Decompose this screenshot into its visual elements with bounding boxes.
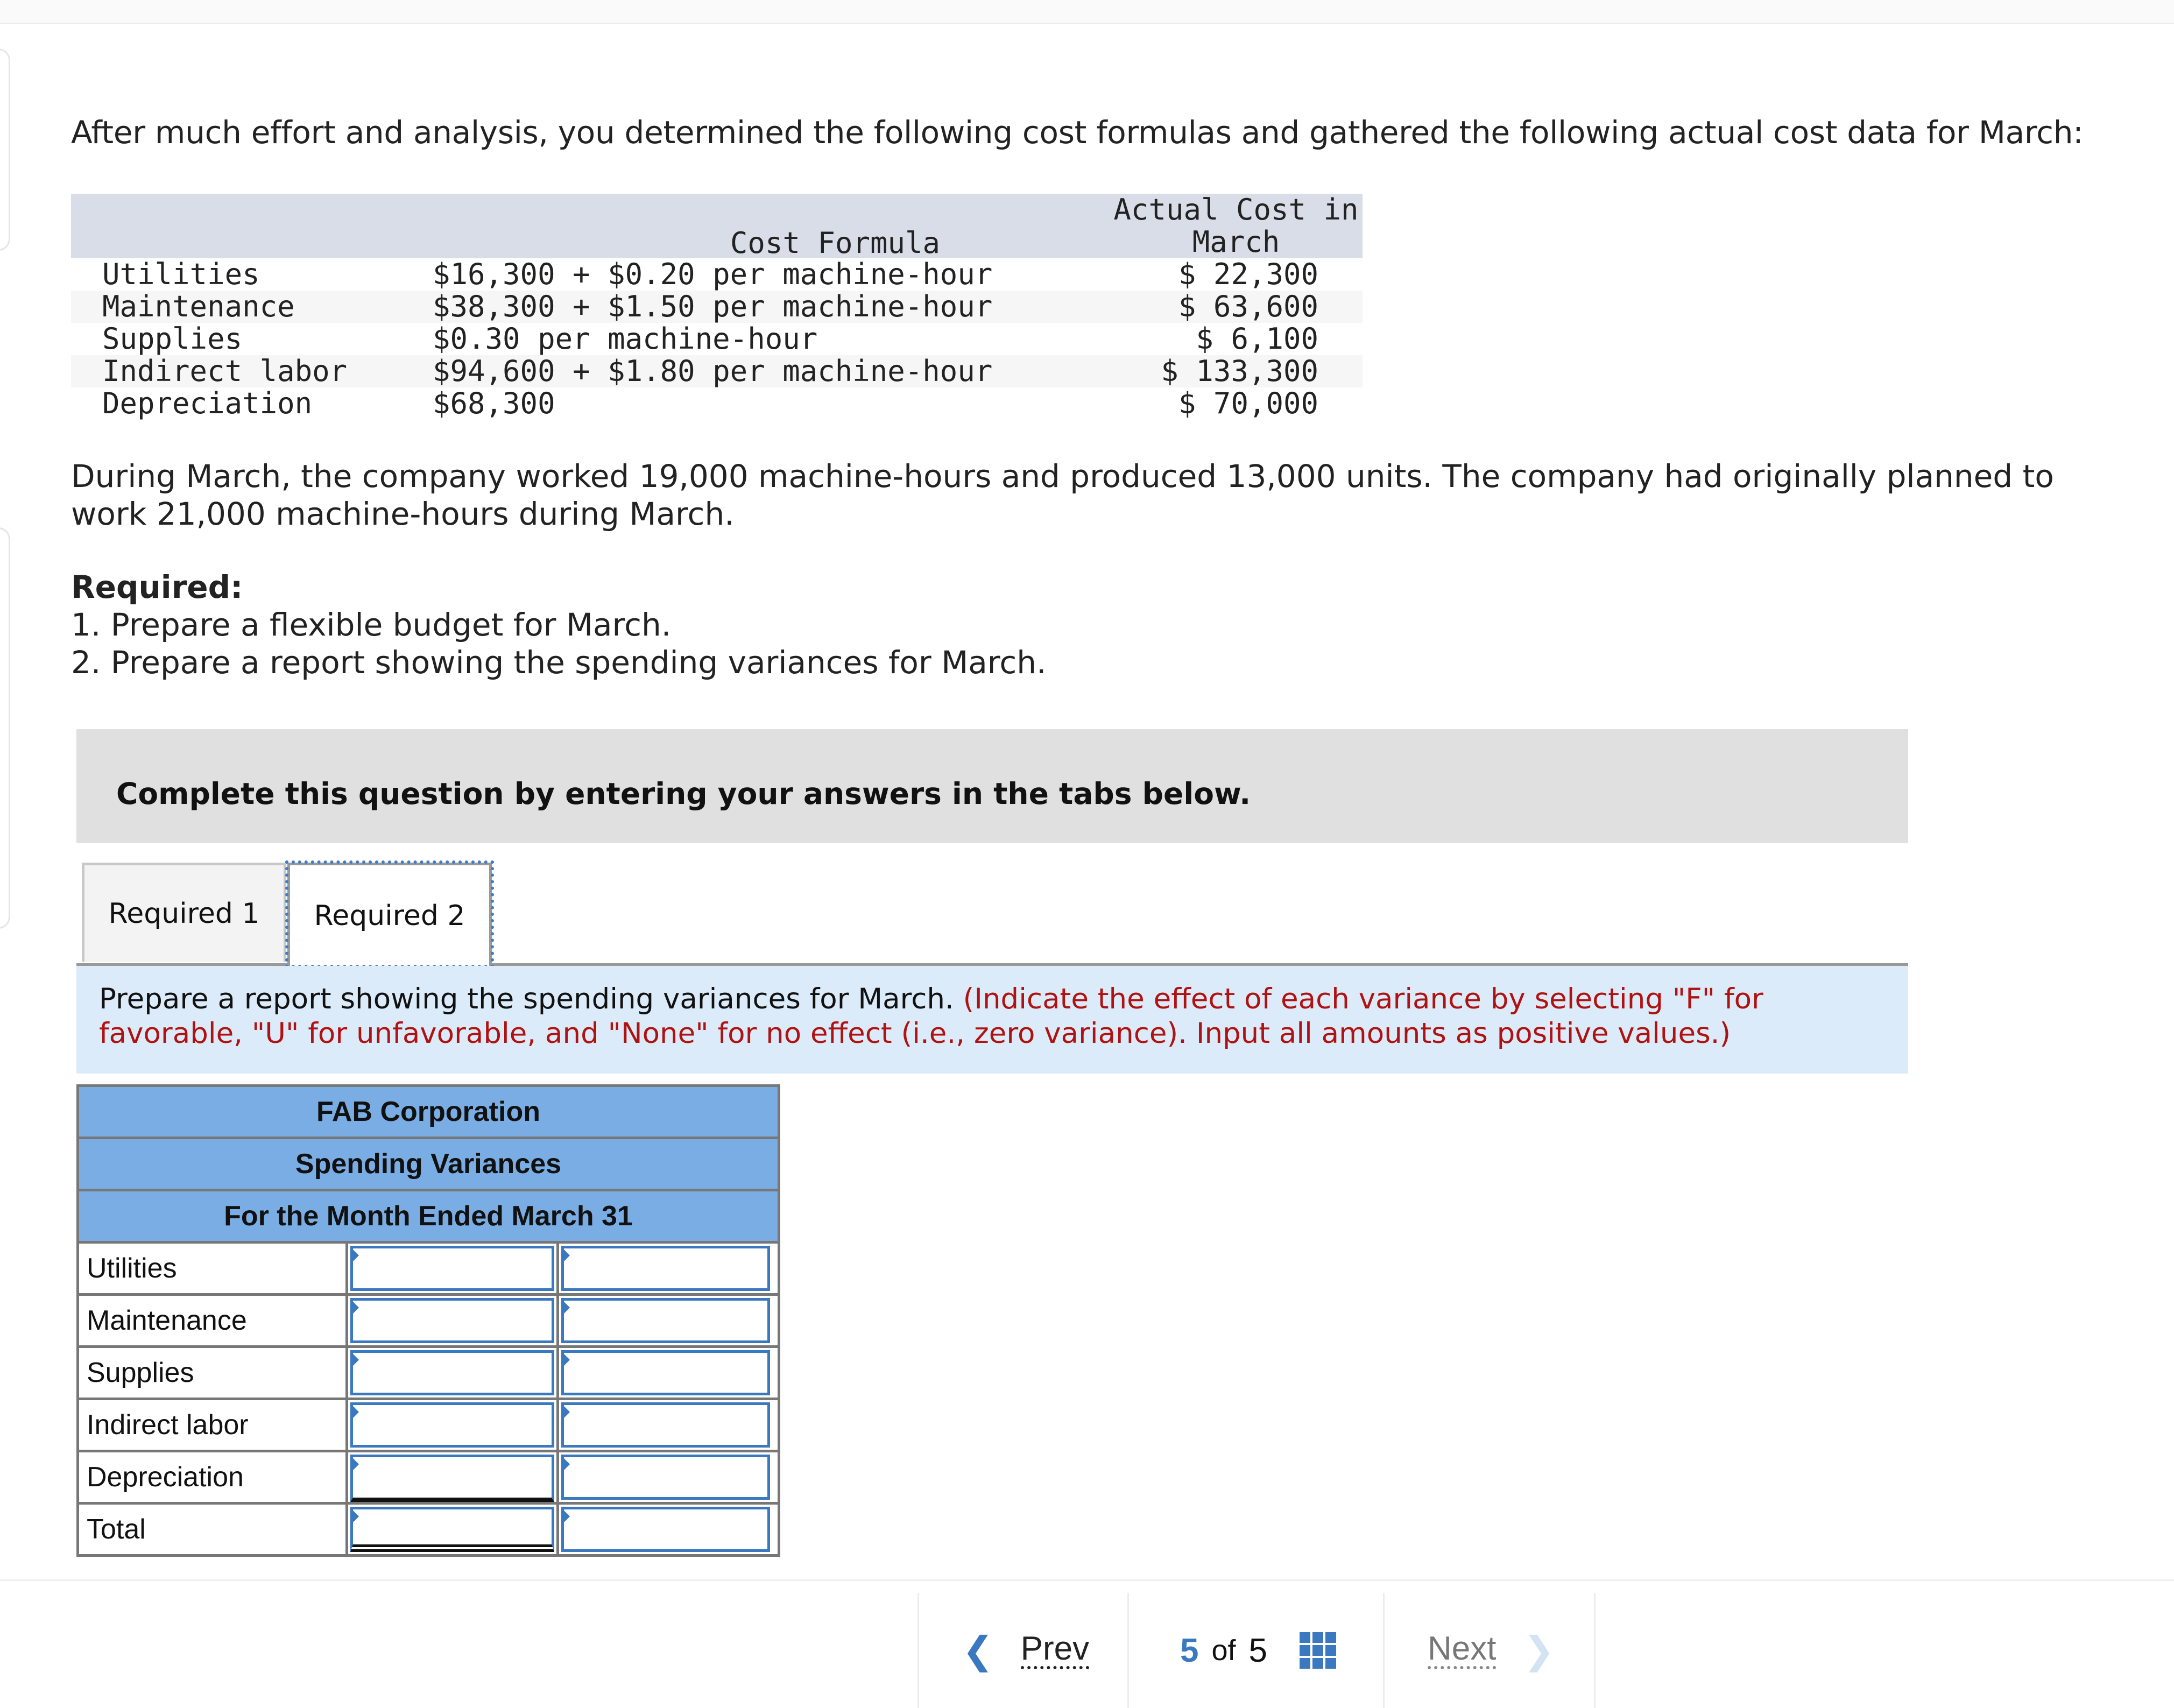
side-panel-fragment: [0, 527, 10, 929]
required-title: Required:: [71, 569, 243, 605]
table-row: Depreciation: [79, 1452, 778, 1505]
prev-label[interactable]: Prev: [1020, 1632, 1090, 1669]
cost-actual: $ 133,300: [1161, 354, 1318, 388]
tab-required-1[interactable]: Required 1: [82, 863, 286, 962]
complete-banner-text: Complete this question by entering your …: [116, 777, 1251, 811]
cost-actual: $ 6,100: [1196, 322, 1318, 356]
amount-input[interactable]: [350, 1350, 554, 1395]
input-marker-icon: [561, 1247, 570, 1264]
cost-table-header: Cost Formula Actual Cost in March: [71, 194, 1363, 260]
input-marker-icon: [350, 1247, 359, 1264]
chevron-right-icon: ❯: [1523, 1628, 1555, 1672]
next-button[interactable]: Next ❯: [1383, 1593, 1596, 1708]
input-marker-icon: [561, 1351, 570, 1368]
total-pages: 5: [1248, 1632, 1268, 1669]
complete-banner: Complete this question by entering your …: [76, 729, 1908, 843]
scenario-paragraph: During March, the company worked 19,000 …: [71, 458, 2054, 532]
cost-row: Maintenance $38,300 + $1.50 per machine-…: [71, 291, 1363, 323]
instruction-main: Prepare a report showing the spending va…: [99, 983, 954, 1015]
input-marker-icon: [350, 1403, 359, 1421]
input-marker-icon: [350, 1456, 359, 1473]
effect-select[interactable]: [561, 1455, 770, 1500]
cost-row: Indirect labor $94,600 + $1.80 per machi…: [71, 355, 1363, 387]
effect-select[interactable]: [561, 1507, 770, 1552]
cost-formula: $68,300: [433, 386, 555, 420]
side-panel-fragment: [0, 48, 10, 251]
of-label: of: [1211, 1634, 1236, 1667]
tab-label: Required 1: [108, 897, 260, 930]
grid-icon[interactable]: [1300, 1632, 1337, 1669]
effect-select[interactable]: [561, 1402, 770, 1448]
report-title: Spending Variances: [79, 1139, 778, 1191]
cost-formula-table: Cost Formula Actual Cost in March Utilit…: [71, 194, 1363, 420]
input-marker-icon: [561, 1299, 570, 1316]
amount-input[interactable]: [350, 1402, 554, 1448]
effect-select[interactable]: [561, 1298, 770, 1343]
next-label[interactable]: Next: [1428, 1632, 1497, 1669]
amount-input[interactable]: [350, 1455, 554, 1502]
row-label: Total: [79, 1505, 348, 1554]
table-row-total: Total: [79, 1505, 778, 1557]
cost-actual: $ 63,600: [1178, 290, 1318, 323]
cost-name: Indirect labor: [102, 354, 348, 388]
input-marker-icon: [561, 1508, 570, 1525]
cost-name: Supplies: [102, 322, 243, 356]
row-label: Depreciation: [79, 1452, 348, 1502]
input-marker-icon: [561, 1403, 570, 1421]
cost-name: Maintenance: [102, 290, 295, 323]
header-actual-cost: Actual Cost in March: [1110, 194, 1363, 258]
input-marker-icon: [561, 1456, 570, 1473]
header-actual-line2: March: [1192, 225, 1280, 259]
cost-actual: $ 70,000: [1178, 386, 1318, 420]
intro-text: After much effort and analysis, you dete…: [71, 114, 2084, 151]
top-bar: [0, 0, 2174, 24]
cost-formula: $94,600 + $1.80 per machine-hour: [433, 354, 993, 388]
effect-select[interactable]: [561, 1246, 770, 1291]
tab-required-2[interactable]: Required 2: [285, 860, 494, 968]
cost-name: Utilities: [102, 257, 260, 291]
pagination: ❮ Prev 5 of 5 Next ❯: [917, 1593, 1596, 1708]
input-marker-icon: [350, 1508, 359, 1525]
input-marker-icon: [350, 1351, 359, 1368]
input-marker-icon: [350, 1299, 359, 1316]
cost-formula: $38,300 + $1.50 per machine-hour: [433, 290, 993, 323]
required-item: 2. Prepare a report showing the spending…: [71, 644, 1047, 681]
tab-bar: Required 1 Required 2: [76, 858, 1908, 968]
cost-actual: $ 22,300: [1178, 257, 1318, 291]
cost-formula: $16,300 + $0.20 per machine-hour: [433, 257, 993, 291]
amount-input[interactable]: [350, 1507, 554, 1552]
cost-formula: $0.30 per machine-hour: [433, 322, 818, 356]
chevron-left-icon: ❮: [962, 1628, 994, 1672]
amount-input[interactable]: [350, 1246, 554, 1291]
report-company: FAB Corporation: [79, 1087, 778, 1139]
row-label: Maintenance: [79, 1296, 348, 1345]
amount-input[interactable]: [350, 1298, 554, 1343]
cost-name: Depreciation: [102, 386, 313, 420]
header-actual-line1: Actual Cost in: [1113, 193, 1359, 227]
required-item: 1. Prepare a flexible budget for March.: [71, 606, 672, 643]
table-row: Indirect labor: [79, 1400, 778, 1452]
report-period: For the Month Ended March 31: [79, 1191, 778, 1244]
table-row: Maintenance: [79, 1296, 778, 1348]
row-label: Supplies: [79, 1348, 348, 1398]
cost-row: Supplies $0.30 per machine-hour $ 6,100: [71, 323, 1363, 355]
table-row: Utilities: [79, 1244, 778, 1296]
row-label: Utilities: [79, 1244, 348, 1293]
cost-row: Utilities $16,300 + $0.20 per machine-ho…: [71, 258, 1363, 291]
row-label: Indirect labor: [79, 1400, 348, 1450]
required-section: Required: 1. Prepare a flexible budget f…: [71, 568, 1046, 681]
table-row: Supplies: [79, 1348, 778, 1400]
current-page: 5: [1180, 1632, 1199, 1669]
spending-variances-table: FAB Corporation Spending Variances For t…: [76, 1084, 780, 1557]
page-counter: 5 of 5: [1127, 1593, 1383, 1708]
cost-row: Depreciation $68,300 $ 70,000: [71, 387, 1363, 420]
tab-label: Required 2: [314, 899, 465, 932]
header-cost-formula: Cost Formula: [730, 226, 941, 260]
prev-button[interactable]: ❮ Prev: [917, 1593, 1127, 1708]
effect-select[interactable]: [561, 1350, 770, 1395]
footer-divider: [0, 1579, 2174, 1581]
instruction-box: Prepare a report showing the spending va…: [76, 966, 1908, 1074]
